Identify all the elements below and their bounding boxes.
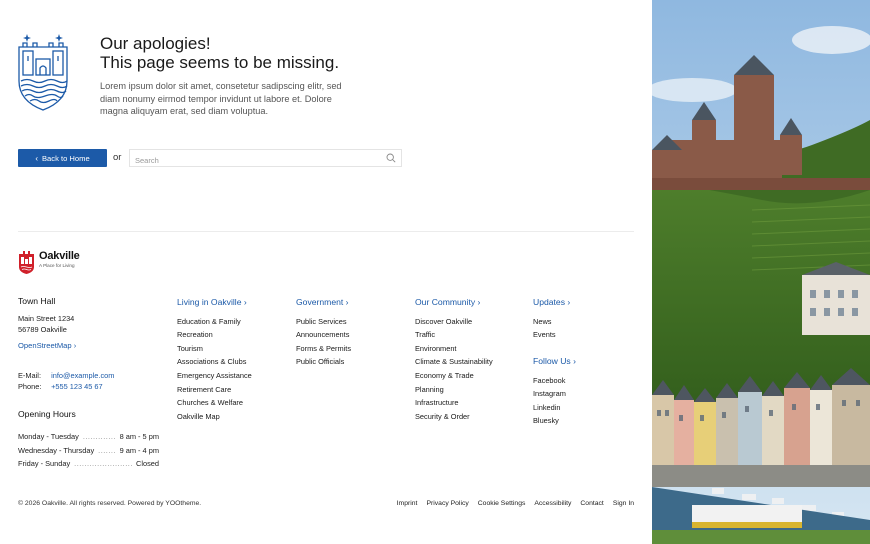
social-link-instagram[interactable]: Instagram	[533, 387, 576, 401]
contact-info: E-Mail: info@example.com Phone: +555 123…	[18, 370, 114, 392]
search-box[interactable]	[129, 149, 402, 169]
opening-hours-list: Monday - Tuesday8 am - 5 pm Wednesday - …	[18, 430, 159, 471]
divider	[18, 231, 634, 232]
nav-link[interactable]: Associations & Clubs	[177, 355, 252, 369]
nav-updates-heading[interactable]: Updates ›	[533, 296, 570, 310]
footer-link-cookies[interactable]: Cookie Settings	[478, 500, 526, 507]
nav-link[interactable]: Public Officials	[296, 355, 351, 369]
nav-link[interactable]: Climate & Sustainability	[415, 355, 493, 369]
nav-link[interactable]: Economy & Trade	[415, 369, 493, 383]
email-label: E-Mail:	[18, 371, 41, 380]
hours-row: Wednesday - Thursday9 am - 4 pm	[18, 444, 159, 458]
copyright: © 2026 Oakville. All rights reserved. Po…	[18, 500, 202, 507]
back-to-home-label: Back to Home	[41, 153, 90, 163]
chevron-right-icon: ›	[565, 297, 571, 307]
nav-link[interactable]: Emergency Assistance	[177, 369, 252, 383]
nav-link[interactable]: Announcements	[296, 328, 351, 342]
oakville-logo[interactable]: Oakville A Place for Living	[18, 250, 88, 276]
oakville-logo-icon	[19, 251, 34, 274]
nav-link[interactable]: Education & Family	[177, 315, 252, 329]
chevron-right-icon: ›	[570, 356, 576, 366]
chevron-right-icon: ›	[343, 297, 349, 307]
address-street: Main Street 1234	[18, 314, 75, 323]
nav-link[interactable]: Infrastructure	[415, 396, 493, 410]
footer-link-contact[interactable]: Contact	[580, 500, 603, 507]
search-icon[interactable]	[386, 153, 396, 163]
email-link[interactable]: info@example.com	[51, 371, 114, 380]
nav-government-heading[interactable]: Government ›	[296, 296, 351, 310]
city-crest-icon	[18, 34, 68, 111]
social-link-facebook[interactable]: Facebook	[533, 374, 576, 388]
title-line-2: This page seems to be missing.	[100, 53, 340, 72]
social-link-bluesky[interactable]: Bluesky	[533, 414, 576, 428]
nav-link[interactable]: Retirement Care	[177, 383, 252, 397]
error-page: Our apologies! This page seems to be mis…	[0, 0, 652, 544]
nav-government: Government › Public Services Announcemen…	[296, 296, 351, 369]
hours-row: Friday - SundayClosed	[18, 457, 159, 471]
nav-living: Living in Oakville › Education & Family …	[177, 296, 252, 423]
castle-landscape-image	[652, 0, 870, 544]
address: Main Street 1234 56789 Oakville	[18, 313, 74, 335]
nav-link[interactable]: Security & Order	[415, 410, 493, 424]
chevron-right-icon: ›	[475, 297, 481, 307]
nav-link[interactable]: News	[533, 315, 570, 329]
title-line-1: Our apologies!	[100, 34, 211, 53]
hero-photo	[652, 0, 870, 544]
footer-link-privacy[interactable]: Privacy Policy	[426, 500, 468, 507]
phone-link[interactable]: +555 123 45 67	[51, 382, 103, 391]
social-link-linkedin[interactable]: Linkedin	[533, 401, 576, 415]
town-hall-heading: Town Hall	[18, 296, 56, 306]
nav-link[interactable]: Planning	[415, 383, 493, 397]
brand-name: Oakville	[39, 250, 80, 262]
footer-links: Imprint Privacy Policy Cookie Settings A…	[397, 500, 634, 507]
phone-label: Phone:	[18, 382, 42, 391]
nav-follow: Follow Us › Facebook Instagram Linkedin …	[533, 355, 576, 428]
nav-link[interactable]: Tourism	[177, 342, 252, 356]
nav-updates: Updates › News Events	[533, 296, 570, 342]
nav-link[interactable]: Environment	[415, 342, 493, 356]
nav-link[interactable]: Traffic	[415, 328, 493, 342]
address-city: 56789 Oakville	[18, 325, 67, 334]
hours-row: Monday - Tuesday8 am - 5 pm	[18, 430, 159, 444]
nav-follow-heading[interactable]: Follow Us ›	[533, 355, 576, 369]
footer-link-accessibility[interactable]: Accessibility	[534, 500, 571, 507]
nav-link[interactable]: Churches & Welfare	[177, 396, 252, 410]
search-input[interactable]	[130, 152, 370, 169]
nav-living-heading[interactable]: Living in Oakville ›	[177, 296, 252, 310]
chevron-right-icon: ›	[71, 341, 77, 350]
nav-link[interactable]: Discover Oakville	[415, 315, 493, 329]
nav-link[interactable]: Recreation	[177, 328, 252, 342]
page-title: Our apologies! This page seems to be mis…	[100, 34, 339, 72]
nav-link[interactable]: Events	[533, 328, 570, 342]
chevron-right-icon: ›	[241, 297, 247, 307]
back-to-home-button[interactable]: ‹ Back to Home	[18, 149, 107, 167]
nav-link[interactable]: Public Services	[296, 315, 351, 329]
nav-community: Our Community › Discover Oakville Traffi…	[415, 296, 493, 423]
nav-community-heading[interactable]: Our Community ›	[415, 296, 493, 310]
brand-tagline: A Place for Living	[39, 263, 75, 268]
error-description: Lorem ipsum dolor sit amet, consetetur s…	[100, 81, 342, 117]
nav-link[interactable]: Forms & Permits	[296, 342, 351, 356]
or-label: or	[113, 152, 122, 163]
openstreetmap-link[interactable]: OpenStreetMap ›	[18, 341, 76, 350]
footer-link-sign-in[interactable]: Sign In	[613, 500, 634, 507]
footer-link-imprint[interactable]: Imprint	[397, 500, 418, 507]
nav-link[interactable]: Oakville Map	[177, 410, 252, 424]
opening-hours-heading: Opening Hours	[18, 409, 76, 419]
chevron-left-icon: ‹	[35, 153, 38, 163]
